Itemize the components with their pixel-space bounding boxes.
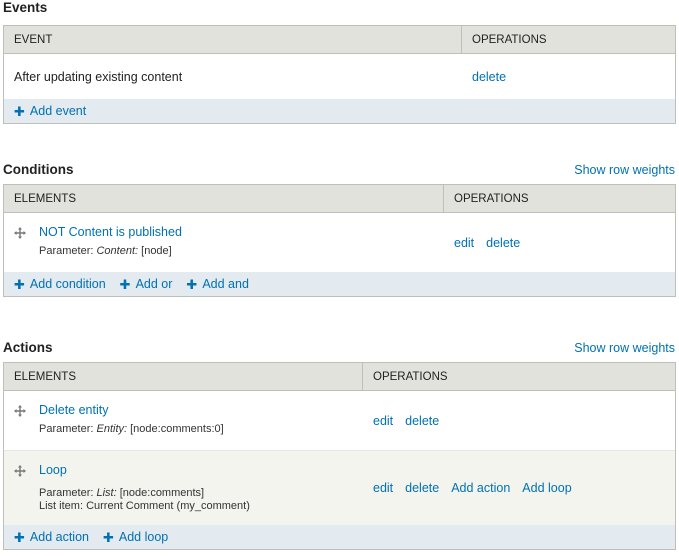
add-event-label: Add event bbox=[29, 104, 87, 118]
col-operations: OPERATIONS bbox=[472, 34, 547, 46]
edit-loop-link[interactable]: edit bbox=[373, 481, 393, 495]
table-row: Delete entity Parameter: Entity: [node:c… bbox=[4, 391, 675, 451]
action-parameter: Parameter: Entity: [node:comments:0] bbox=[39, 423, 224, 435]
table-row: NOT Content is published Parameter: Cont… bbox=[4, 213, 675, 272]
loop-link[interactable]: Loop bbox=[39, 463, 353, 477]
actions-title: Actions bbox=[3, 340, 53, 355]
drag-handle-icon[interactable] bbox=[14, 405, 26, 417]
loop-parameter: Parameter: List: [node:comments] bbox=[39, 487, 205, 499]
show-row-weights-link[interactable]: Show row weights bbox=[574, 341, 675, 355]
add-and-button[interactable]: ✚ Add and bbox=[186, 277, 248, 291]
conditions-table: ELEMENTS OPERATIONS NOT Content is publi… bbox=[3, 184, 676, 297]
events-table-header: EVENT OPERATIONS bbox=[4, 26, 675, 54]
col-elements: ELEMENTS bbox=[4, 185, 444, 212]
col-event: EVENT bbox=[4, 26, 462, 53]
events-footer: ✚ Add event bbox=[4, 99, 675, 123]
col-operations: OPERATIONS bbox=[373, 371, 448, 383]
plus-icon: ✚ bbox=[14, 103, 25, 119]
delete-condition-link[interactable]: delete bbox=[486, 236, 520, 250]
table-row: Loop Parameter: List: [node:comments] Li… bbox=[4, 451, 675, 525]
action-link[interactable]: Delete entity bbox=[39, 403, 353, 417]
loop-list-item: List item: Current Comment (my_comment) bbox=[39, 500, 250, 512]
add-loop-in-loop-link[interactable]: Add loop bbox=[522, 481, 571, 495]
add-loop-button[interactable]: ✚ Add loop bbox=[103, 530, 168, 544]
actions-header: Actions Show row weights bbox=[3, 340, 676, 362]
add-or-button[interactable]: ✚ Add or bbox=[120, 277, 173, 291]
add-action-in-loop-link[interactable]: Add action bbox=[451, 481, 510, 495]
actions-table-header: ELEMENTS OPERATIONS bbox=[4, 363, 675, 391]
events-section: Events EVENT OPERATIONS After updating e… bbox=[3, 0, 676, 124]
plus-icon: ✚ bbox=[186, 276, 198, 292]
events-header: Events bbox=[3, 0, 676, 22]
show-row-weights-link[interactable]: Show row weights bbox=[574, 163, 675, 177]
col-operations: OPERATIONS bbox=[454, 193, 529, 205]
conditions-table-header: ELEMENTS OPERATIONS bbox=[4, 185, 675, 213]
table-row: After updating existing content delete bbox=[4, 54, 675, 99]
add-condition-button[interactable]: ✚ Add condition bbox=[14, 277, 106, 291]
add-event-button[interactable]: ✚ Add event bbox=[14, 104, 86, 118]
col-elements: ELEMENTS bbox=[4, 363, 363, 390]
add-action-button[interactable]: ✚ Add action bbox=[14, 530, 89, 544]
drag-handle-icon[interactable] bbox=[14, 465, 26, 477]
plus-icon: ✚ bbox=[102, 529, 114, 545]
condition-link[interactable]: NOT Content is published bbox=[39, 225, 434, 239]
event-label: After updating existing content bbox=[14, 69, 183, 84]
events-table: EVENT OPERATIONS After updating existing… bbox=[3, 25, 676, 124]
plus-icon: ✚ bbox=[14, 529, 25, 545]
delete-loop-link[interactable]: delete bbox=[405, 481, 439, 495]
condition-parameter: Parameter: Content: [node] bbox=[39, 245, 172, 257]
edit-condition-link[interactable]: edit bbox=[454, 236, 474, 250]
conditions-header: Conditions Show row weights bbox=[3, 162, 676, 184]
actions-section: Actions Show row weights ELEMENTS OPERAT… bbox=[3, 340, 676, 550]
plus-icon: ✚ bbox=[14, 276, 25, 292]
events-title: Events bbox=[3, 0, 48, 15]
plus-icon: ✚ bbox=[119, 276, 131, 292]
conditions-footer: ✚ Add condition ✚ Add or ✚ Add and bbox=[4, 272, 675, 296]
conditions-title: Conditions bbox=[3, 162, 74, 177]
drag-handle-icon[interactable] bbox=[14, 227, 26, 239]
edit-action-link[interactable]: edit bbox=[373, 414, 393, 428]
actions-table: ELEMENTS OPERATIONS Delete entity Parame… bbox=[3, 362, 676, 550]
conditions-section: Conditions Show row weights ELEMENTS OPE… bbox=[3, 162, 676, 297]
actions-footer: ✚ Add action ✚ Add loop bbox=[4, 525, 675, 549]
delete-event-link[interactable]: delete bbox=[472, 70, 506, 84]
delete-action-link[interactable]: delete bbox=[405, 414, 439, 428]
